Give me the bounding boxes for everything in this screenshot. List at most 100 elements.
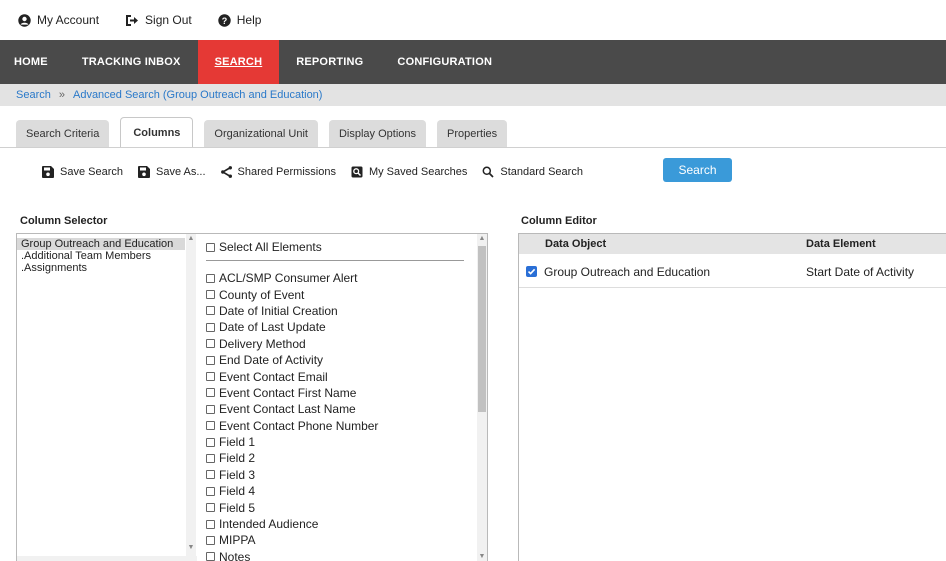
- search-button[interactable]: Search: [663, 158, 732, 182]
- svg-text:?: ?: [221, 16, 227, 26]
- sign-out-link[interactable]: Sign Out: [125, 13, 192, 27]
- utility-bar: My Account Sign Out ? Help: [0, 0, 946, 40]
- standard-search-button[interactable]: Standard Search: [482, 166, 583, 178]
- help-label: Help: [236, 13, 262, 27]
- nav-search[interactable]: SEARCH: [197, 40, 280, 84]
- nav-tracking-inbox[interactable]: TRACKING INBOX: [65, 40, 198, 84]
- element-row[interactable]: Field 2: [206, 450, 478, 466]
- element-row[interactable]: Event Contact Phone Number: [206, 418, 478, 434]
- element-checkbox[interactable]: [206, 470, 215, 480]
- element-label: County of Event: [219, 287, 305, 302]
- element-label: Event Contact First Name: [219, 385, 357, 400]
- element-checkbox[interactable]: [206, 421, 215, 431]
- element-row[interactable]: Delivery Method: [206, 336, 478, 352]
- element-scroll-thumb[interactable]: [478, 246, 486, 412]
- object-list-hscrollbar[interactable]: [17, 556, 197, 561]
- nav-home[interactable]: HOME: [0, 40, 65, 84]
- element-row[interactable]: Field 1: [206, 434, 478, 450]
- column-selector-panel: Group Outreach and Education .Additional…: [16, 233, 488, 561]
- select-all-checkbox[interactable]: [206, 242, 215, 252]
- object-list-scrollbar[interactable]: ▲ ▼: [186, 234, 196, 556]
- element-checkbox[interactable]: [206, 273, 215, 283]
- element-row[interactable]: Field 4: [206, 483, 478, 499]
- element-row[interactable]: ACL/SMP Consumer Alert: [206, 270, 478, 286]
- list-item[interactable]: .Additional Team Members: [17, 250, 185, 262]
- saved-searches-icon: [351, 166, 363, 178]
- column-editor-title: Column Editor: [521, 215, 597, 227]
- main-nav: HOME TRACKING INBOX SEARCH REPORTING CON…: [0, 40, 946, 84]
- element-checkbox[interactable]: [206, 322, 215, 332]
- element-list-scrollbar[interactable]: ▲ ▼: [477, 234, 487, 561]
- help-icon: ?: [218, 13, 231, 27]
- element-row[interactable]: MIPPA: [206, 532, 478, 548]
- element-row[interactable]: Event Contact First Name: [206, 385, 478, 401]
- element-row[interactable]: Field 3: [206, 467, 478, 483]
- element-checkbox[interactable]: [206, 404, 215, 414]
- save-as-label: Save As...: [155, 166, 206, 178]
- row-checkbox[interactable]: [526, 266, 537, 277]
- element-checkbox[interactable]: [206, 339, 215, 349]
- shared-permissions-button[interactable]: Shared Permissions: [220, 166, 336, 178]
- element-label: Delivery Method: [219, 336, 306, 351]
- tab-columns[interactable]: Columns: [120, 117, 194, 148]
- column-selector-title: Column Selector: [20, 215, 108, 227]
- tab-search-criteria[interactable]: Search Criteria: [16, 120, 110, 148]
- save-as-button[interactable]: Save As...: [137, 166, 206, 178]
- sign-out-label: Sign Out: [145, 13, 192, 27]
- element-label: Date of Initial Creation: [219, 303, 338, 318]
- element-label: Intended Audience: [219, 517, 319, 532]
- select-all-label: Select All Elements: [219, 240, 322, 254]
- breadcrumb-search-link[interactable]: Search: [16, 89, 51, 101]
- element-checkbox[interactable]: [206, 388, 215, 398]
- element-row[interactable]: Intended Audience: [206, 516, 478, 532]
- list-item[interactable]: .Assignments: [17, 262, 185, 274]
- element-row[interactable]: Date of Initial Creation: [206, 303, 478, 319]
- element-divider: [206, 260, 464, 261]
- element-row[interactable]: Notes: [206, 549, 478, 561]
- list-item[interactable]: Group Outreach and Education: [17, 238, 185, 250]
- sign-out-icon: [125, 14, 139, 27]
- element-row[interactable]: Field 5: [206, 499, 478, 515]
- element-row[interactable]: County of Event: [206, 286, 478, 302]
- tab-organizational-unit[interactable]: Organizational Unit: [204, 120, 318, 148]
- breadcrumb-current[interactable]: Advanced Search (Group Outreach and Educ…: [73, 89, 322, 101]
- element-checkbox[interactable]: [206, 535, 215, 545]
- scroll-down-icon[interactable]: ▼: [186, 543, 196, 553]
- element-checkbox[interactable]: [206, 355, 215, 365]
- element-row[interactable]: Date of Last Update: [206, 319, 478, 335]
- tab-display-options[interactable]: Display Options: [328, 120, 427, 148]
- element-label: Field 1: [219, 435, 256, 450]
- element-row[interactable]: Event Contact Email: [206, 368, 478, 384]
- element-checkbox[interactable]: [206, 519, 215, 529]
- element-label: Notes: [219, 549, 251, 561]
- select-all-elements[interactable]: Select All Elements: [206, 235, 478, 259]
- table-row[interactable]: Group Outreach and Education Start Date …: [519, 254, 946, 288]
- my-account-link[interactable]: My Account: [18, 13, 99, 27]
- element-checkbox[interactable]: [206, 290, 215, 300]
- element-checkbox[interactable]: [206, 503, 215, 513]
- nav-reporting[interactable]: REPORTING: [279, 40, 380, 84]
- element-checkbox[interactable]: [206, 486, 215, 496]
- my-saved-searches-button[interactable]: My Saved Searches: [351, 166, 467, 178]
- scroll-up-icon[interactable]: ▲: [186, 234, 196, 244]
- save-search-button[interactable]: Save Search: [42, 166, 123, 178]
- element-row[interactable]: End Date of Activity: [206, 352, 478, 368]
- save-icon: [42, 166, 54, 178]
- element-checkbox[interactable]: [206, 453, 215, 463]
- breadcrumb-separator: »: [58, 89, 65, 101]
- element-checkbox[interactable]: [206, 437, 215, 447]
- element-row[interactable]: Event Contact Last Name: [206, 401, 478, 417]
- element-checkbox[interactable]: [206, 306, 215, 316]
- scroll-down-icon[interactable]: ▼: [477, 552, 487, 561]
- tab-properties[interactable]: Properties: [437, 120, 508, 148]
- element-label: Field 3: [219, 467, 256, 482]
- scroll-up-icon[interactable]: ▲: [477, 234, 487, 244]
- element-checkbox[interactable]: [206, 552, 215, 561]
- help-link[interactable]: ? Help: [218, 13, 262, 27]
- element-label: Field 4: [219, 484, 256, 499]
- element-checkbox[interactable]: [206, 372, 215, 382]
- tab-divider: [0, 147, 946, 148]
- nav-configuration[interactable]: CONFIGURATION: [380, 40, 509, 84]
- share-icon: [220, 166, 232, 178]
- save-search-label: Save Search: [60, 166, 123, 178]
